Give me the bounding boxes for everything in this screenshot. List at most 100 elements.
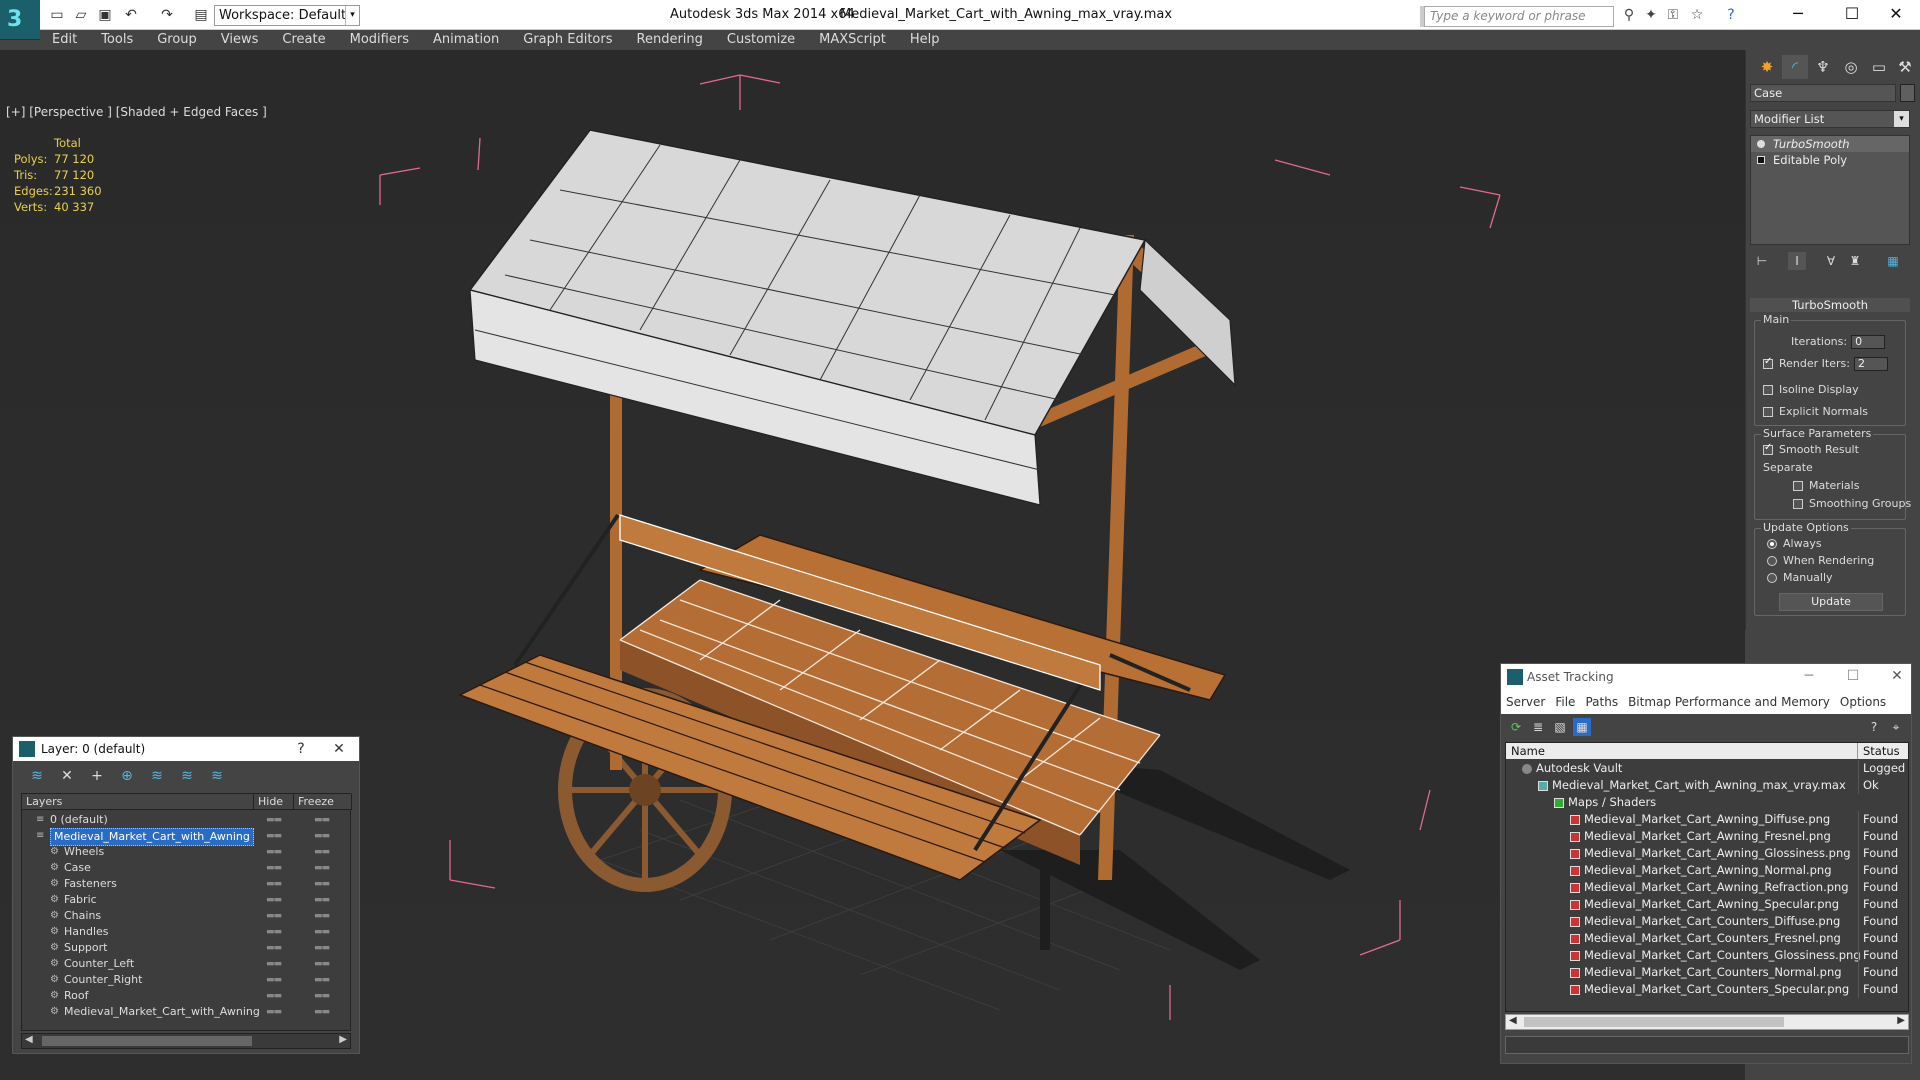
layer-row-name[interactable]: Wheels bbox=[64, 844, 104, 860]
asset-menu-options[interactable]: Options bbox=[1835, 690, 1891, 714]
close-button[interactable]: ✕ bbox=[1874, 2, 1918, 26]
menu-help[interactable]: Help bbox=[898, 30, 952, 50]
iterations-spinner[interactable]: 0 bbox=[1851, 335, 1886, 349]
hide-toggle[interactable]: ▬▬ bbox=[266, 924, 282, 940]
hierarchy-tab-icon[interactable]: ♆ bbox=[1810, 55, 1836, 79]
manually-radio[interactable] bbox=[1767, 573, 1777, 583]
hide-toggle[interactable]: ▬▬ bbox=[266, 972, 282, 988]
asset-row[interactable]: Maps / Shaders bbox=[1506, 794, 1908, 811]
app-logo[interactable]: 3 bbox=[0, 0, 40, 40]
redo-icon[interactable]: ↷ bbox=[158, 6, 176, 24]
hide-toggle[interactable]: ▬▬ bbox=[266, 1004, 282, 1020]
render-iters-spinner[interactable]: 2 bbox=[1853, 357, 1888, 371]
layer-add-selection-icon[interactable]: ≋ bbox=[147, 768, 167, 786]
binoculars-icon[interactable]: ⚲ bbox=[1620, 6, 1638, 24]
menu-edit[interactable]: Edit bbox=[40, 30, 89, 50]
asset-row[interactable]: Medieval_Market_Cart_Counters_Fresnel.pn… bbox=[1506, 930, 1908, 947]
layer-row[interactable]: ⚙ Chains ▬▬ ▬▬ bbox=[22, 908, 352, 924]
modifier-list-dropdown[interactable]: Modifier List ▾ bbox=[1750, 110, 1910, 128]
layer-row[interactable]: ≡ 0 (default) ▬▬ ▬▬ bbox=[22, 812, 352, 828]
asset-menu-server[interactable]: Server bbox=[1501, 690, 1550, 714]
isoline-checkbox[interactable] bbox=[1763, 385, 1773, 395]
menu-modifiers[interactable]: Modifiers bbox=[338, 30, 421, 50]
expand-box-icon[interactable] bbox=[1757, 156, 1765, 164]
layer-row-name[interactable]: Case bbox=[64, 860, 91, 876]
layer-row[interactable]: ⚙ Counter_Left ▬▬ ▬▬ bbox=[22, 956, 352, 972]
menu-customize[interactable]: Customize bbox=[715, 30, 807, 50]
layer-row-name[interactable]: 0 (default) bbox=[50, 812, 108, 828]
hide-toggle[interactable]: ▬▬ bbox=[266, 892, 282, 908]
menu-tools[interactable]: Tools bbox=[89, 30, 145, 50]
freeze-toggle[interactable]: ▬▬ bbox=[314, 860, 330, 876]
menu-group[interactable]: Group bbox=[145, 30, 209, 50]
workspace-dropdown[interactable]: Workspace: Default ▾ bbox=[214, 5, 360, 26]
list-view-icon[interactable]: ≣ bbox=[1529, 718, 1547, 736]
hide-toggle[interactable]: ▬▬ bbox=[266, 956, 282, 972]
object-name-field[interactable]: Case bbox=[1750, 84, 1896, 102]
asset-menu-file[interactable]: File bbox=[1550, 690, 1580, 714]
lightbulb-icon[interactable] bbox=[1757, 140, 1765, 148]
asset-menu-paths[interactable]: Paths bbox=[1580, 690, 1623, 714]
help-icon[interactable]: ? bbox=[1722, 6, 1740, 24]
layer-row-name[interactable]: Medieval_Market_Cart_with_Awning bbox=[64, 1004, 260, 1020]
new-file-icon[interactable]: ▭ bbox=[48, 6, 66, 24]
layer-row[interactable]: ⚙ Handles ▬▬ ▬▬ bbox=[22, 924, 352, 940]
asset-row[interactable]: Medieval_Market_Cart_Counters_Specular.p… bbox=[1506, 981, 1908, 998]
when-rendering-radio[interactable] bbox=[1767, 556, 1777, 566]
asset-row[interactable]: Autodesk Vault Logged Ou bbox=[1506, 760, 1908, 777]
layer-properties-icon[interactable]: ≋ bbox=[207, 768, 227, 786]
save-file-icon[interactable]: ▣ bbox=[96, 6, 114, 24]
layer-window-titlebar[interactable]: Layer: 0 (default) ? ✕ bbox=[13, 737, 359, 761]
freeze-toggle[interactable]: ▬▬ bbox=[314, 956, 330, 972]
make-unique-icon[interactable]: ∀ bbox=[1822, 252, 1840, 270]
explicit-normals-checkbox[interactable] bbox=[1763, 407, 1773, 417]
stack-item-editable-poly[interactable]: Editable Poly bbox=[1751, 152, 1909, 168]
asset-row[interactable]: Medieval_Market_Cart_Awning_Specular.png… bbox=[1506, 896, 1908, 913]
rollout-header[interactable]: TurboSmooth bbox=[1750, 298, 1910, 312]
configure-sets-icon[interactable]: ▦ bbox=[1884, 252, 1902, 270]
delete-layer-icon[interactable]: ✕ bbox=[57, 768, 77, 786]
layer-row[interactable]: ≡ Medieval_Market_Cart_with_Awning ▬▬ ▬▬ bbox=[22, 828, 352, 846]
viewport-label[interactable]: [+] [Perspective ] [Shaded + Edged Faces… bbox=[6, 105, 267, 119]
layer-row-name[interactable]: Counter_Right bbox=[64, 972, 142, 988]
always-radio[interactable] bbox=[1767, 539, 1777, 549]
layer-row[interactable]: ⚙ Medieval_Market_Cart_with_Awning ▬▬ ▬▬ bbox=[22, 1004, 352, 1020]
render-iters-checkbox[interactable] bbox=[1763, 356, 1773, 369]
modify-tab-icon[interactable]: ◜ bbox=[1782, 55, 1808, 79]
scroll-left-icon[interactable]: ◀ bbox=[1509, 1015, 1517, 1026]
smoothing-groups-checkbox[interactable] bbox=[1793, 499, 1803, 509]
hide-toggle[interactable]: ▬▬ bbox=[266, 940, 282, 956]
scroll-right-icon[interactable]: ▶ bbox=[1897, 1015, 1905, 1026]
unpin-icon[interactable]: ⌖ bbox=[1887, 718, 1905, 736]
freeze-toggle[interactable]: ▬▬ bbox=[314, 1004, 330, 1020]
scroll-thumb[interactable] bbox=[1524, 1017, 1784, 1027]
help-icon[interactable]: ? bbox=[1865, 718, 1883, 736]
create-tab-icon[interactable]: ✸ bbox=[1754, 55, 1780, 79]
menu-views[interactable]: Views bbox=[209, 30, 271, 50]
layer-row[interactable]: ⚙ Roof ▬▬ ▬▬ bbox=[22, 988, 352, 1004]
hide-toggle[interactable]: ▬▬ bbox=[266, 828, 282, 844]
utilities-tab-icon[interactable]: ⚒ bbox=[1892, 55, 1918, 79]
layer-row-name[interactable]: Counter_Left bbox=[64, 956, 134, 972]
asset-window-titlebar[interactable]: Asset Tracking ─ ☐ ✕ bbox=[1501, 664, 1911, 690]
minimize-icon[interactable]: ─ bbox=[1797, 664, 1821, 688]
asset-row[interactable]: Medieval_Market_Cart_with_Awning_max_vra… bbox=[1506, 777, 1908, 794]
layer-row[interactable]: ⚙ Case ▬▬ ▬▬ bbox=[22, 860, 352, 876]
show-end-result-icon[interactable]: Ⅰ bbox=[1788, 252, 1806, 270]
key-icon[interactable]: ⚿ bbox=[1664, 6, 1682, 24]
freeze-toggle[interactable]: ▬▬ bbox=[314, 924, 330, 940]
maximize-button[interactable]: ☐ bbox=[1830, 2, 1874, 26]
asset-row[interactable]: Medieval_Market_Cart_Awning_Fresnel.png F… bbox=[1506, 828, 1908, 845]
refresh-icon[interactable]: ⟳ bbox=[1507, 718, 1525, 736]
layer-row[interactable]: ⚙ Counter_Right ▬▬ ▬▬ bbox=[22, 972, 352, 988]
menu-maxscript[interactable]: MAXScript bbox=[807, 30, 898, 50]
layer-row[interactable]: ⚙ Wheels ▬▬ ▬▬ bbox=[22, 844, 352, 860]
communication-center-icon[interactable]: ✦ bbox=[1642, 6, 1660, 24]
layer-row[interactable]: ⚙ Fabric ▬▬ ▬▬ bbox=[22, 892, 352, 908]
hide-toggle[interactable]: ▬▬ bbox=[266, 860, 282, 876]
hide-toggle[interactable]: ▬▬ bbox=[266, 876, 282, 892]
help-icon[interactable]: ? bbox=[289, 737, 313, 761]
layer-row-name[interactable]: Roof bbox=[64, 988, 88, 1004]
table-view-icon[interactable]: ▦ bbox=[1573, 718, 1591, 736]
freeze-toggle[interactable]: ▬▬ bbox=[314, 876, 330, 892]
